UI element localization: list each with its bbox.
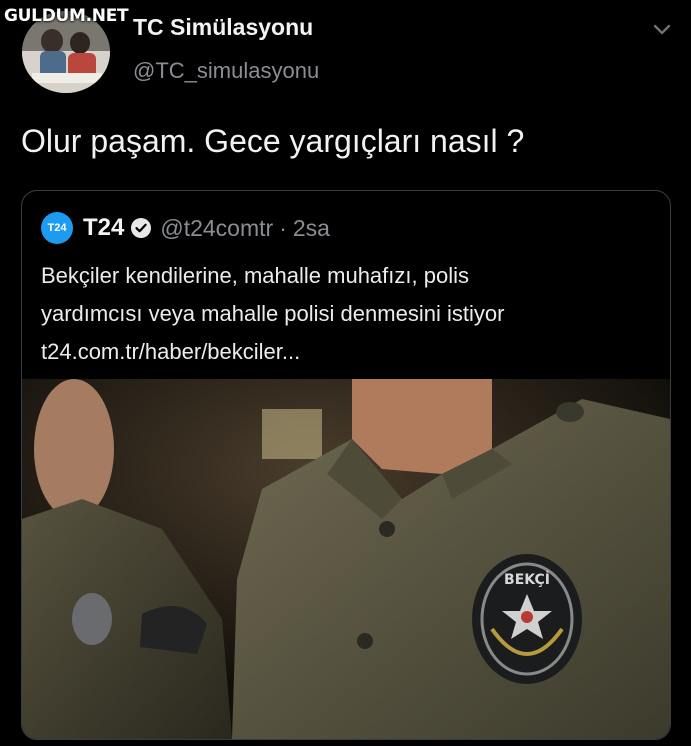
quoted-tweet-card[interactable]: T24 T24 @t24comtr · 2sa Bekçiler kendile… [21,190,671,740]
chevron-down-icon[interactable] [650,18,674,42]
quoted-avatar[interactable]: T24 [41,212,73,244]
user-handle[interactable]: @TC_simulasyonu [133,58,319,84]
site-watermark: GULDUM.NET [4,6,129,26]
tweet-text: Olur paşam. Gece yargıçları nasıl ? [21,123,525,159]
quoted-tweet-text: Bekçiler kendilerine, mahalle muhafızı, … [41,257,651,371]
quoted-handle[interactable]: @t24comtr [160,215,273,242]
quoted-text-line: Bekçiler kendilerine, mahalle muhafızı, … [41,263,469,288]
quoted-display-name[interactable]: T24 [83,214,124,242]
quoted-text-line: yardımcısı veya mahalle polisi denmesini… [41,301,505,326]
badge-text: BEKÇİ [504,571,550,588]
display-name[interactable]: TC Simülasyonu [133,14,313,41]
quoted-timestamp[interactable]: 2sa [293,215,330,242]
verified-badge-icon [130,217,152,239]
separator-dot: · [279,214,287,241]
quoted-media-image[interactable]: BEKÇİ [22,379,670,739]
quoted-link[interactable]: t24.com.tr/haber/bekciler... [41,333,651,371]
quoted-tweet-header: T24 T24 @t24comtr · 2sa [41,211,330,245]
